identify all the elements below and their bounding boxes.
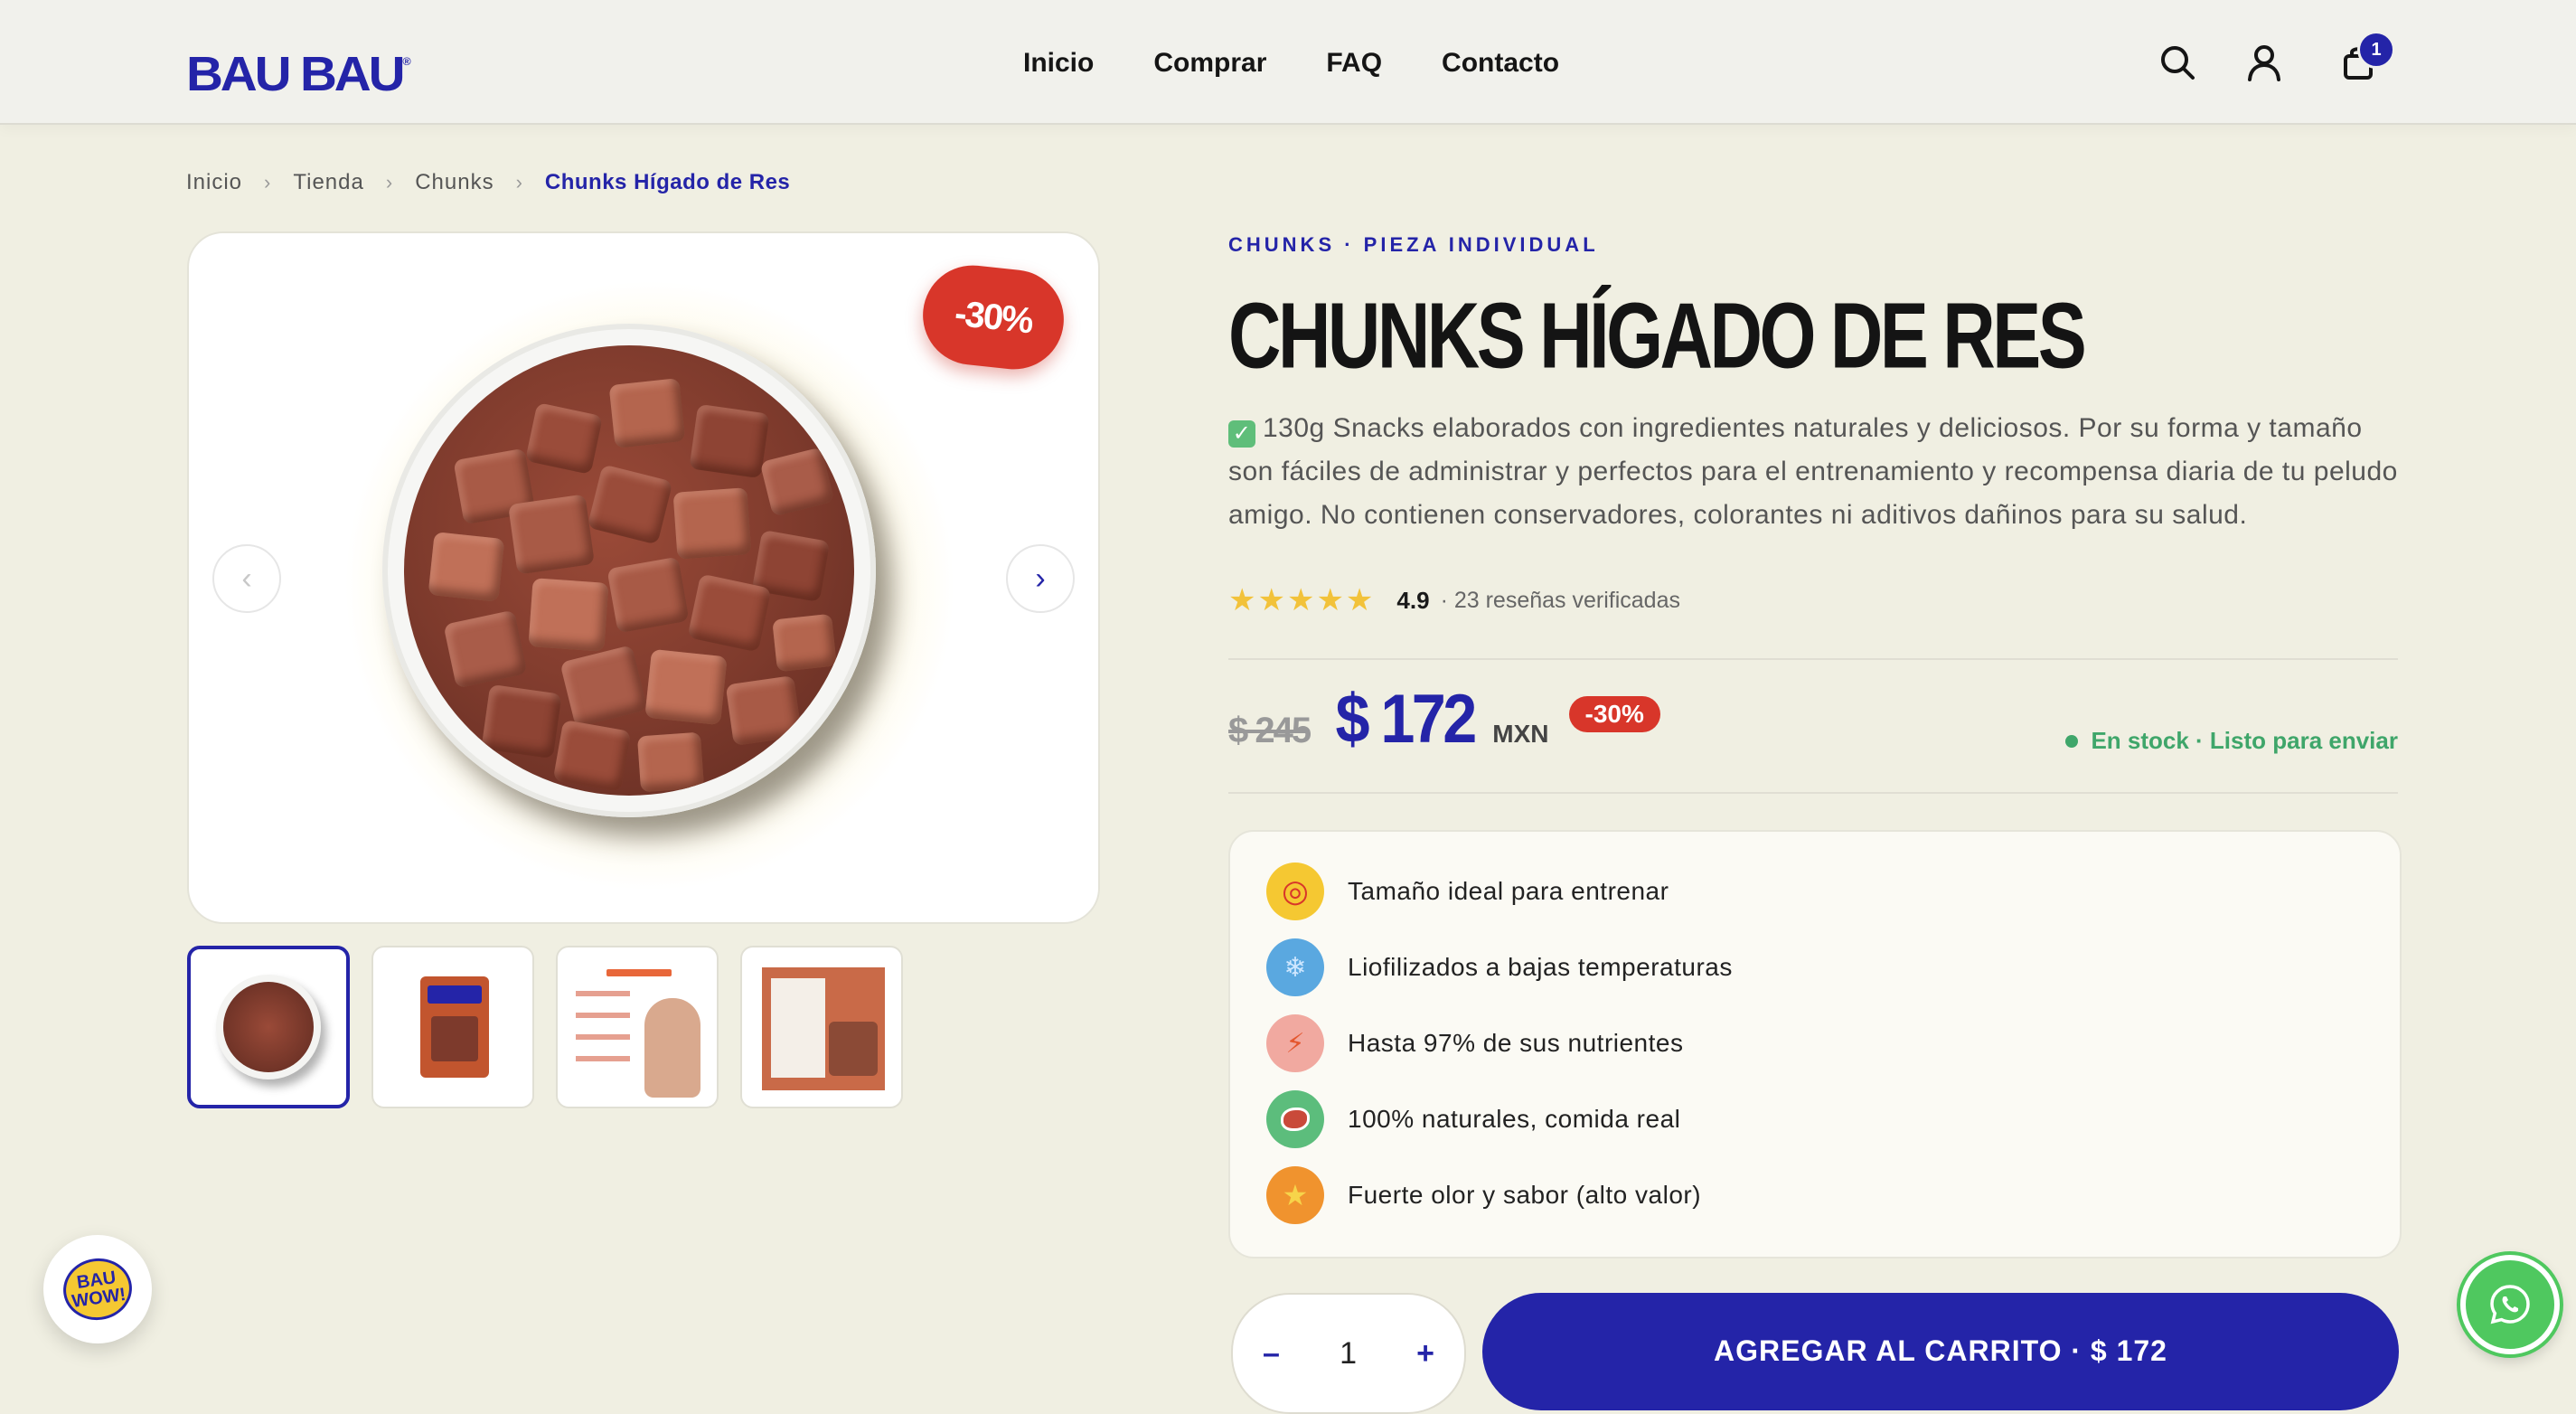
status-dot-icon xyxy=(2065,734,2079,748)
feature-label: Hasta 97% de sus nutrientes xyxy=(1348,1029,1684,1057)
feature-item: ◎ Tamaño ideal para entrenar xyxy=(1266,863,1669,920)
product-rating[interactable]: ★★★★★ 4.9 · 23 reseñas verificadas xyxy=(1228,582,1680,618)
feature-label: Tamaño ideal para entrenar xyxy=(1348,877,1669,905)
next-image-button[interactable]: › xyxy=(1006,544,1075,613)
meat-icon xyxy=(1266,1090,1324,1148)
whatsapp-button[interactable] xyxy=(2460,1255,2560,1354)
lightning-icon: ⚡ xyxy=(1266,1014,1324,1072)
liver-chunk xyxy=(587,464,673,545)
chevron-right-icon: › xyxy=(515,171,523,193)
brand-logo[interactable]: BAU BAU® xyxy=(186,36,411,99)
checkmark-icon: ✓ xyxy=(1228,420,1255,448)
stock-label: En stock · Listo para enviar xyxy=(2091,727,2398,754)
nav-contacto[interactable]: Contacto xyxy=(1442,43,1559,83)
liver-chunk xyxy=(428,532,505,602)
stock-status: En stock · Listo para enviar xyxy=(2065,727,2398,755)
original-price: $ 245 xyxy=(1228,711,1312,750)
product-description-text: 130g Snacks elaborados con ingredientes … xyxy=(1228,413,2398,530)
star-icon: ★ xyxy=(1266,1166,1324,1224)
quantity-stepper: – 1 + xyxy=(1231,1293,1466,1414)
liver-chunk xyxy=(725,675,803,746)
divider xyxy=(1228,658,2398,660)
feature-item: ❄ Liofilizados a bajas temperaturas xyxy=(1266,938,1733,996)
target-icon: ◎ xyxy=(1266,863,1324,920)
site-header: BAU BAU® Inicio Comprar FAQ Contacto 1 xyxy=(0,0,2576,125)
product-image xyxy=(382,324,876,817)
feature-label: Fuerte olor y sabor (alto valor) xyxy=(1348,1181,1702,1209)
product-title: CHUNKS HÍGADO DE RES xyxy=(1228,284,2087,389)
nav-comprar[interactable]: Comprar xyxy=(1153,43,1266,83)
feature-label: 100% naturales, comida real xyxy=(1348,1105,1681,1133)
product-category: CHUNKS · PIEZA INDIVIDUAL xyxy=(1228,233,1599,256)
liver-chunk xyxy=(481,683,562,759)
chevron-right-icon: › xyxy=(385,171,394,193)
breadcrumb-tienda[interactable]: Tienda xyxy=(293,170,364,195)
bauwow-badge: BAU WOW! xyxy=(59,1254,136,1324)
cart-count-badge: 1 xyxy=(2357,31,2395,69)
liver-chunk xyxy=(507,494,596,575)
search-icon[interactable] xyxy=(2157,42,2198,83)
currency-label: MXN xyxy=(1492,720,1549,748)
thumbnail-hand[interactable] xyxy=(740,946,903,1108)
product-description: ✓ 130g Snacks elaborados con ingredientes… xyxy=(1228,407,2403,537)
rating-stars-icon: ★★★★★ xyxy=(1228,583,1376,617)
decrease-quantity-button[interactable]: – xyxy=(1263,1336,1280,1372)
discount-badge: -30% xyxy=(1568,695,1660,732)
add-to-cart-button[interactable]: AGREGAR AL CARRITO · $ 172 xyxy=(1482,1293,2399,1410)
liver-chunk xyxy=(759,447,835,517)
nav-inicio[interactable]: Inicio xyxy=(1023,43,1094,83)
liver-chunk xyxy=(772,613,837,673)
liver-chunk xyxy=(672,487,752,560)
rating-score: 4.9 xyxy=(1396,586,1430,614)
account-icon[interactable] xyxy=(2243,42,2285,83)
breadcrumb-inicio[interactable]: Inicio xyxy=(186,170,242,195)
review-count[interactable]: · 23 reseñas verificadas xyxy=(1441,588,1680,614)
liver-chunk xyxy=(559,645,648,728)
quantity-value[interactable]: 1 xyxy=(1340,1336,1357,1372)
chevron-right-icon: › xyxy=(1035,561,1046,596)
increase-quantity-button[interactable]: + xyxy=(1416,1336,1434,1372)
sale-price: $ 172 xyxy=(1335,681,1478,758)
bauwow-widget-button[interactable]: BAU WOW! xyxy=(43,1235,152,1343)
liver-chunk xyxy=(644,648,728,726)
thumbnail-infographic[interactable] xyxy=(556,946,719,1108)
thumbnail-strip xyxy=(187,946,903,1108)
feature-item: ⚡ Hasta 97% de sus nutrientes xyxy=(1266,1014,1683,1072)
price-row: $ 245 $ 172 MXN -30% xyxy=(1228,680,1660,759)
liver-chunk xyxy=(524,402,604,475)
thumbnail-bowl[interactable] xyxy=(187,946,350,1108)
product-image-gallery: -30% ‹ › xyxy=(187,231,1100,924)
liver-chunk xyxy=(528,578,609,652)
liver-chunk xyxy=(687,573,772,653)
liver-chunk xyxy=(689,403,770,479)
chevron-left-icon: ‹ xyxy=(241,561,252,596)
feature-item: 100% naturales, comida real xyxy=(1266,1090,1680,1148)
snowflake-icon: ❄ xyxy=(1266,938,1324,996)
breadcrumb-chunks[interactable]: Chunks xyxy=(415,170,494,195)
breadcrumb: Inicio › Tienda › Chunks › Chunks Hígado… xyxy=(186,170,790,195)
prev-image-button[interactable]: ‹ xyxy=(212,544,281,613)
feature-label: Liofilizados a bajas temperaturas xyxy=(1348,953,1733,981)
liver-chunk xyxy=(608,378,686,448)
liver-chunk xyxy=(443,609,528,689)
feature-item: ★ Fuerte olor y sabor (alto valor) xyxy=(1266,1166,1701,1224)
breadcrumb-current: Chunks Hígado de Res xyxy=(544,170,791,194)
whatsapp-icon xyxy=(2490,1285,2530,1324)
divider xyxy=(1228,792,2398,794)
chevron-right-icon: › xyxy=(264,171,272,193)
liver-chunk xyxy=(606,556,690,634)
liver-chunk xyxy=(636,731,705,793)
nav-faq[interactable]: FAQ xyxy=(1326,43,1382,83)
liver-chunk xyxy=(552,719,632,793)
discount-tag: -30% xyxy=(917,260,1069,374)
thumbnail-package[interactable] xyxy=(371,946,534,1108)
main-nav: Inicio Comprar FAQ Contacto xyxy=(1023,43,1559,83)
feature-list: ◎ Tamaño ideal para entrenar ❄ Liofiliza… xyxy=(1228,830,2402,1258)
